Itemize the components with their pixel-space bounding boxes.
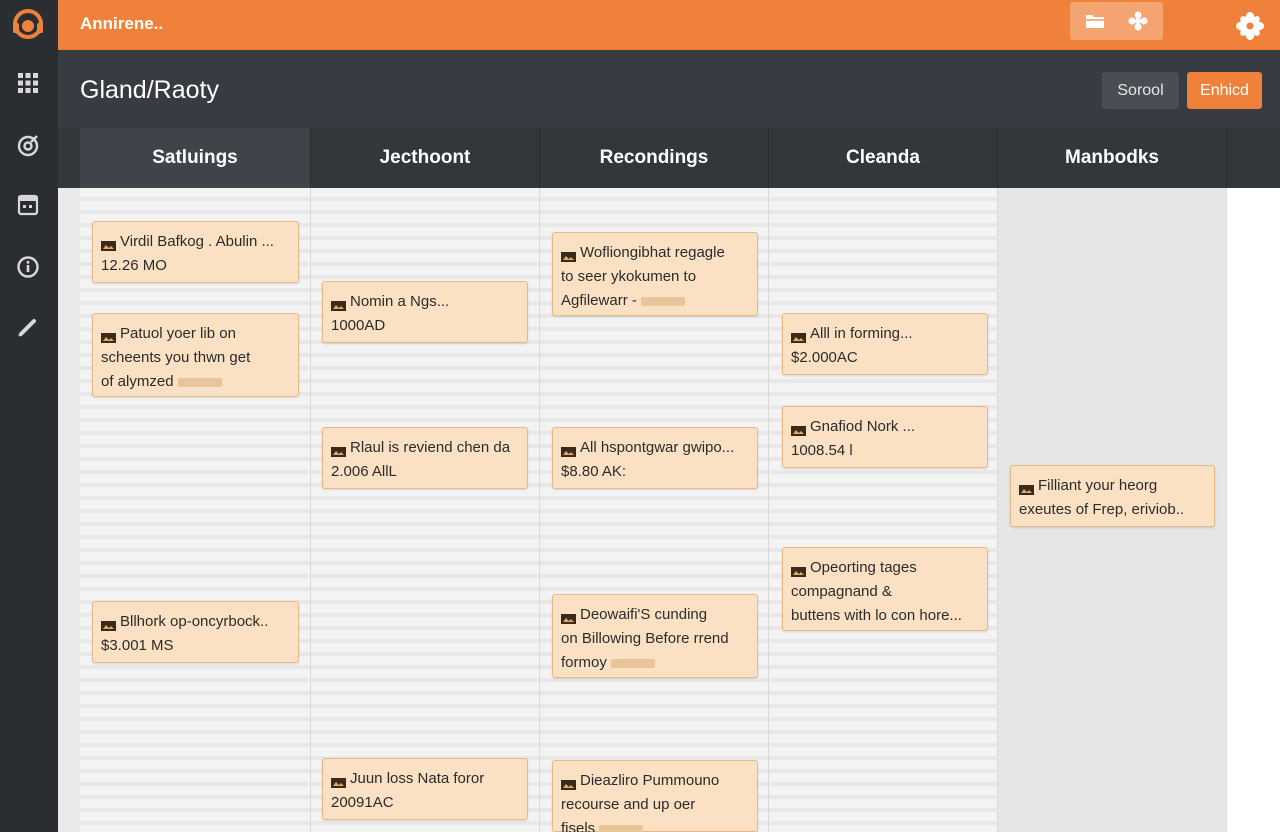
card-tag <box>610 658 655 668</box>
task-card[interactable]: Bllhork op-oncyrbock.. $3.001 MS <box>92 601 299 663</box>
card-tag <box>640 296 685 306</box>
flower-icon[interactable] <box>1234 10 1266 42</box>
column-header[interactable]: Recondings <box>540 128 769 188</box>
task-card[interactable]: Opeorting tages compagnand & buttens wit… <box>782 547 988 631</box>
card-image-icon <box>561 608 576 625</box>
card-tag <box>177 377 222 387</box>
column-header[interactable]: Cleanda <box>769 128 998 188</box>
task-card[interactable]: Filliant your heorg exeutes of Frep, eri… <box>1010 465 1215 527</box>
card-image-icon <box>331 441 346 458</box>
column-header[interactable]: Satluings <box>80 128 311 188</box>
task-card[interactable]: Deowaifi'S cunding on Billowing Before r… <box>552 594 758 678</box>
task-card[interactable]: Nomin a Ngs... 1000AD <box>322 281 528 343</box>
task-card[interactable]: Juun loss Nata foror 20091AC <box>322 758 528 820</box>
board-gutter <box>58 188 80 832</box>
task-card[interactable]: Alll in forming... $2.000AC <box>782 313 988 375</box>
target-icon[interactable] <box>15 132 41 158</box>
task-card[interactable]: All hspontgwar gwipo... $8.80 AK: <box>552 427 758 489</box>
card-image-icon <box>101 615 116 632</box>
task-card[interactable]: Patuol yoer lib on scheents you thwn get… <box>92 313 299 397</box>
card-image-icon <box>1019 479 1034 496</box>
task-card[interactable]: Dieazliro Pummouno recourse and up oer f… <box>552 760 758 832</box>
task-card[interactable]: Wofliongibhat regagle to seer ykokumen t… <box>552 232 758 316</box>
task-card[interactable]: Rlaul is reviend chen da 2.006 AllL <box>322 427 528 489</box>
grid-icon[interactable] <box>15 70 41 96</box>
card-image-icon <box>561 246 576 263</box>
card-tag <box>599 824 644 832</box>
card-image-icon <box>791 327 806 344</box>
task-card[interactable]: Virdil Bafkog . Abulin ... 12.26 MO <box>92 221 299 283</box>
secondary-button[interactable]: Sorool <box>1102 72 1179 109</box>
page-header: Gland/Raoty Sorool Enhicd <box>58 50 1280 128</box>
card-image-icon <box>101 327 116 344</box>
card-image-icon <box>791 420 806 437</box>
card-image-icon <box>331 295 346 312</box>
column-header[interactable]: Jecthoont <box>311 128 540 188</box>
card-image-icon <box>791 561 806 578</box>
primary-button[interactable]: Enhicd <box>1187 72 1262 109</box>
info-icon[interactable] <box>15 254 41 280</box>
sidebar <box>0 0 58 832</box>
calendar-icon[interactable] <box>15 192 41 218</box>
page-title: Gland/Raoty <box>80 76 219 104</box>
card-image-icon <box>561 441 576 458</box>
kanban-board: Virdil Bafkog . Abulin ... 12.26 MO Patu… <box>58 188 1280 832</box>
folder-icon[interactable] <box>1082 8 1108 34</box>
column-header[interactable]: Manbodks <box>998 128 1227 188</box>
app-name: Annirene.. <box>80 14 164 33</box>
top-bar: Annirene.. <box>58 0 1280 50</box>
gear-icon[interactable] <box>1125 8 1151 34</box>
board-column <box>769 188 998 832</box>
card-image-icon <box>561 774 576 791</box>
top-action-group <box>1070 2 1163 40</box>
board-column <box>80 188 311 832</box>
task-card[interactable]: Gnafiod Nork ... 1008.54 l <box>782 406 988 468</box>
card-image-icon <box>101 235 116 252</box>
card-image-icon <box>331 772 346 789</box>
pen-icon[interactable] <box>15 314 41 340</box>
column-headers: Satluings Jecthoont Recondings Cleanda M… <box>58 128 1280 188</box>
headset-logo-icon[interactable] <box>9 6 47 44</box>
